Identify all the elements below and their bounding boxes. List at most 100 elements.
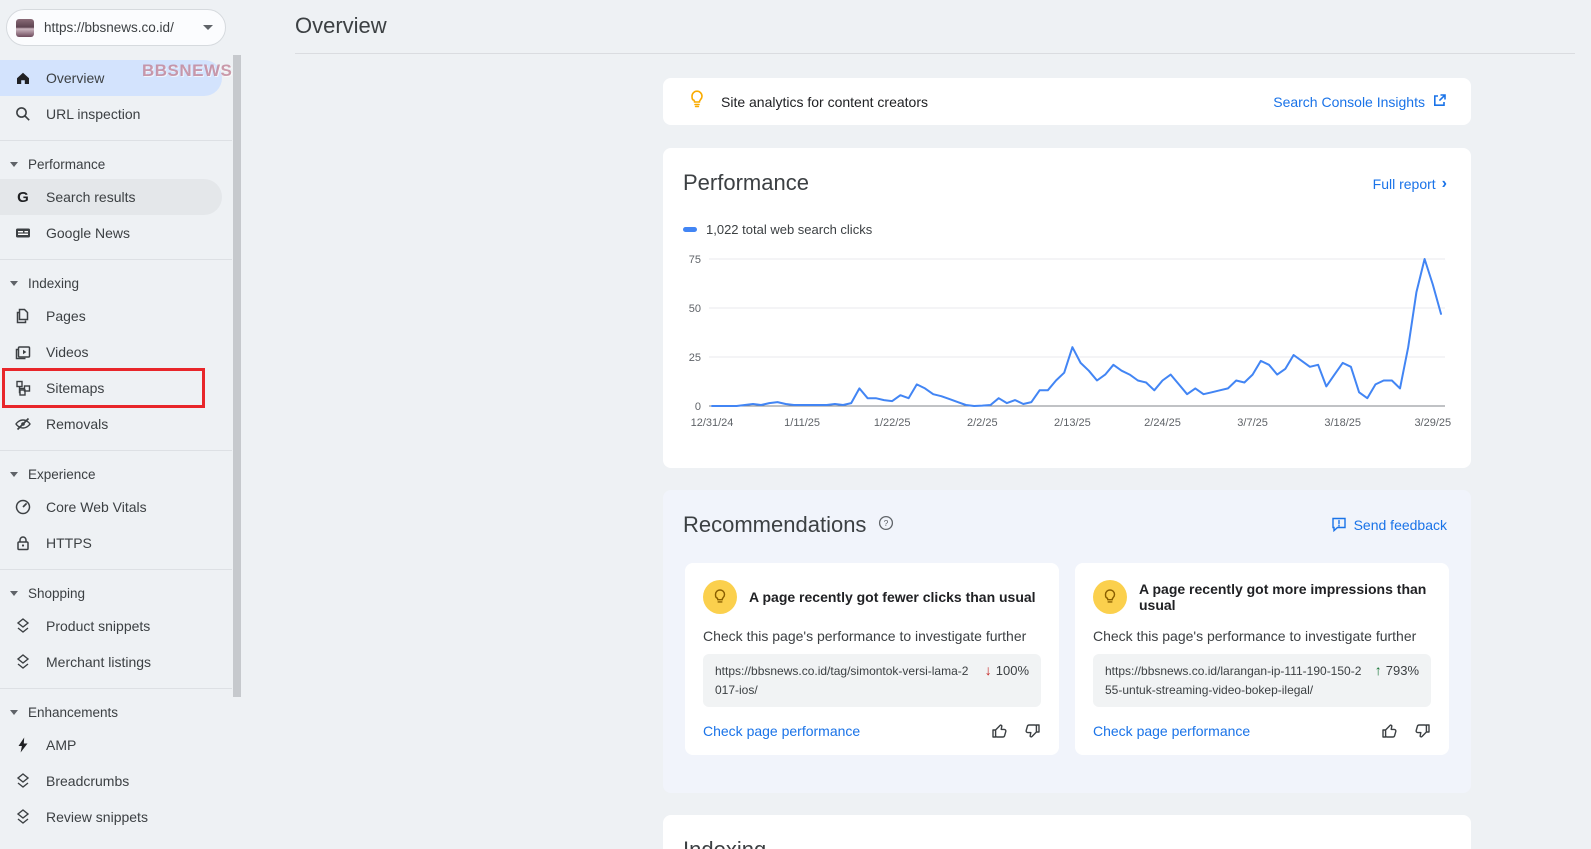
svg-text:0: 0 <box>695 401 701 413</box>
sidebar-item-removals[interactable]: Removals <box>0 406 222 442</box>
chevron-right-icon: › <box>1442 176 1447 192</box>
sidebar-item-videos[interactable]: Videos <box>0 334 222 370</box>
sidebar: https://bbsnews.co.id/ BBSNEWS Overview … <box>0 0 232 849</box>
recommendation-subtitle: Check this page's performance to investi… <box>703 628 1041 644</box>
sidebar-item-pages[interactable]: Pages <box>0 298 222 334</box>
property-selector[interactable]: https://bbsnews.co.id/ <box>6 9 226 46</box>
sidebar-item-label: AMP <box>46 737 76 753</box>
sidebar-section-indexing[interactable]: Indexing <box>0 268 232 298</box>
performance-chart: 025507512/31/241/11/251/22/252/2/252/13/… <box>683 245 1451 435</box>
chevron-down-icon <box>203 25 213 30</box>
lightning-icon <box>14 736 32 754</box>
page-url-chip[interactable]: https://bbsnews.co.id/larangan-ip-111-19… <box>1093 654 1431 707</box>
thumbs-up-icon[interactable] <box>991 722 1009 740</box>
sidebar-item-label: Review snippets <box>46 809 148 825</box>
sidebar-item-review-snippets[interactable]: Review snippets <box>0 799 222 835</box>
sidebar-section-shopping[interactable]: Shopping <box>0 578 232 608</box>
home-icon <box>14 69 32 87</box>
sidebar-item-label: Videos <box>46 344 89 360</box>
rich-result-icon <box>14 808 32 826</box>
page-url: https://bbsnews.co.id/tag/simontok-versi… <box>715 662 973 699</box>
sidebar-item-merchant-listings[interactable]: Merchant listings <box>0 644 222 680</box>
sidebar-section-enhancements[interactable]: Enhancements <box>0 697 232 727</box>
sidebar-item-amp[interactable]: AMP <box>0 727 222 763</box>
chevron-down-icon <box>10 472 18 477</box>
sidebar-item-label: Pages <box>46 308 86 324</box>
help-icon[interactable]: ? <box>878 515 894 536</box>
sidebar-item-label: Merchant listings <box>46 654 151 670</box>
banner-text: Site analytics for content creators <box>721 94 928 110</box>
sidebar-item-label: Google News <box>46 225 130 241</box>
arrow-down-icon: ↓ <box>985 662 992 678</box>
sidebar-scrollbar[interactable] <box>233 55 241 697</box>
sidebar-item-https[interactable]: HTTPS <box>0 525 222 561</box>
sidebar-item-product-snippets[interactable]: Product snippets <box>0 608 222 644</box>
chevron-down-icon <box>10 162 18 167</box>
feedback-icon <box>1331 516 1347 535</box>
rich-result-icon <box>14 653 32 671</box>
property-url: https://bbsnews.co.id/ <box>44 20 197 35</box>
recommendations-header: Recommendations ? Send feedback <box>663 490 1471 538</box>
sidebar-item-label: URL inspection <box>46 106 140 122</box>
change-percent: ↑ 793% <box>1375 662 1419 678</box>
svg-text:2/24/25: 2/24/25 <box>1144 417 1181 429</box>
search-console-insights-link[interactable]: Search Console Insights <box>1273 93 1447 111</box>
svg-text:2/2/25: 2/2/25 <box>967 417 998 429</box>
recommendation-subtitle: Check this page's performance to investi… <box>1093 628 1431 644</box>
svg-text:3/18/25: 3/18/25 <box>1324 417 1361 429</box>
eye-off-icon <box>14 415 32 433</box>
indexing-title: Indexing <box>683 837 1451 849</box>
news-icon <box>14 224 32 242</box>
chevron-down-icon <box>10 591 18 596</box>
svg-text:12/31/24: 12/31/24 <box>691 417 734 429</box>
recommendation-card-list: A page recently got fewer clicks than us… <box>685 563 1449 755</box>
sidebar-item-label: Core Web Vitals <box>46 499 147 515</box>
sidebar-item-core-web-vitals[interactable]: Core Web Vitals <box>0 489 222 525</box>
search-icon <box>14 105 32 123</box>
sidebar-item-breadcrumbs[interactable]: Breadcrumbs <box>0 763 222 799</box>
lock-icon <box>14 534 32 552</box>
performance-card: Performance Full report › 1,022 total we… <box>663 148 1471 468</box>
chevron-down-icon <box>10 710 18 715</box>
sidebar-item-label: Product snippets <box>46 618 150 634</box>
sidebar-section-performance[interactable]: Performance <box>0 149 232 179</box>
header-divider <box>295 53 1575 54</box>
send-feedback-link[interactable]: Send feedback <box>1331 516 1447 535</box>
divider <box>0 450 232 451</box>
speedometer-icon <box>14 498 32 516</box>
recommendations-card: Recommendations ? Send feedback A page r… <box>663 490 1471 793</box>
sidebar-item-label: Breadcrumbs <box>46 773 129 789</box>
check-page-performance-link[interactable]: Check page performance <box>703 723 860 739</box>
divider <box>0 688 232 689</box>
sidebar-item-label: Overview <box>46 70 104 86</box>
sidebar-item-sitemaps[interactable]: Sitemaps <box>0 370 222 406</box>
sidebar-section-experience[interactable]: Experience <box>0 459 232 489</box>
chart-legend: 1,022 total web search clicks <box>683 222 1451 237</box>
change-percent: ↓ 100% <box>985 662 1029 678</box>
check-page-performance-link[interactable]: Check page performance <box>1093 723 1250 739</box>
page-url-chip[interactable]: https://bbsnews.co.id/tag/simontok-versi… <box>703 654 1041 707</box>
sidebar-item-search-results[interactable]: G Search results <box>0 179 222 215</box>
sidebar-item-url-inspection[interactable]: URL inspection <box>0 96 222 132</box>
lightbulb-icon <box>687 89 707 114</box>
arrow-up-icon: ↑ <box>1375 662 1382 678</box>
indexing-card: Indexing <box>663 815 1471 849</box>
page-url: https://bbsnews.co.id/larangan-ip-111-19… <box>1105 662 1363 699</box>
google-g-icon: G <box>14 188 32 206</box>
svg-text:1/11/25: 1/11/25 <box>784 417 820 429</box>
recommendation-title: A page recently got fewer clicks than us… <box>749 589 1036 605</box>
thumbs-up-icon[interactable] <box>1381 722 1399 740</box>
svg-text:3/29/25: 3/29/25 <box>1414 417 1451 429</box>
full-report-link[interactable]: Full report › <box>1373 176 1447 192</box>
recommendation-card-more-impressions: A page recently got more impressions tha… <box>1075 563 1449 755</box>
thumbs-down-icon[interactable] <box>1413 722 1431 740</box>
search-console-overview-page: https://bbsnews.co.id/ BBSNEWS Overview … <box>0 0 1591 849</box>
svg-text:25: 25 <box>689 352 701 364</box>
sidebar-item-overview[interactable]: Overview <box>0 60 222 96</box>
thumbs-down-icon[interactable] <box>1023 722 1041 740</box>
svg-text:75: 75 <box>689 254 701 266</box>
sidebar-item-label: Search results <box>46 189 135 205</box>
videos-icon <box>14 343 32 361</box>
divider <box>0 140 232 141</box>
sidebar-item-google-news[interactable]: Google News <box>0 215 222 251</box>
